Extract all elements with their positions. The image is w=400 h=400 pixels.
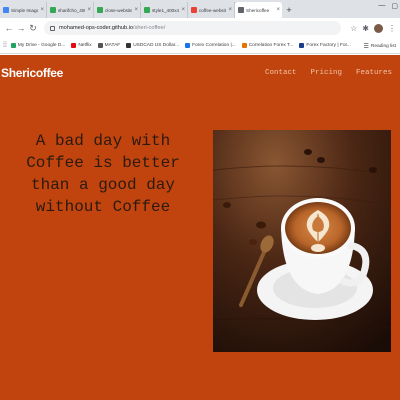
nav-link-features[interactable]: Features [356, 69, 392, 77]
coffee-cup-image [213, 130, 391, 352]
close-tab-icon[interactable]: × [87, 7, 91, 13]
tab-favicon-icon [191, 7, 197, 13]
star-icon[interactable]: ☆ [350, 24, 357, 33]
nav-link-pricing[interactable]: Pricing [310, 69, 342, 77]
bookmark-favicon-icon [241, 43, 247, 48]
url-path: /sheri-coffee/ [133, 25, 166, 31]
reload-icon[interactable]: ↻ [28, 23, 38, 34]
bookmark-favicon-icon [185, 43, 191, 48]
tab-favicon-icon [50, 7, 56, 13]
close-tab-icon[interactable]: × [134, 7, 138, 13]
reading-list-icon: ☰ [363, 43, 369, 50]
bookmark-item[interactable]: My Drive - Google D... [10, 43, 66, 48]
coffee-cup-illustration [213, 130, 391, 352]
tab-title: close-website_400x400 [105, 7, 132, 13]
bookmark-item[interactable]: Forex Correlation |... [185, 43, 236, 48]
tab-title: coffee-website - mohar [199, 7, 227, 13]
bookmark-label: MATAF [104, 43, 121, 48]
bookmark-favicon-icon [10, 43, 16, 48]
bookmark-item[interactable]: Netflix [71, 43, 92, 48]
close-tab-icon[interactable]: × [276, 7, 280, 13]
reading-list-label: Reading list [370, 43, 396, 49]
minimize-icon[interactable]: — [378, 2, 385, 10]
bookmark-label: Forex Correlation |... [192, 43, 236, 48]
tab-title: style1_400x400.png [152, 7, 180, 13]
bookmark-favicon-icon [126, 43, 132, 48]
url-host: mohamed-ops-coder.github.io [59, 25, 134, 31]
bookmark-label: My Drive - Google D... [17, 43, 66, 48]
reading-list-button[interactable]: ☰ Reading list [364, 38, 396, 54]
lock-icon[interactable] [50, 25, 55, 31]
close-tab-icon[interactable]: × [40, 7, 44, 13]
site-nav: Contact Pricing Features [265, 69, 392, 77]
site-brand-logo[interactable]: Shericoffee [1, 66, 63, 80]
window-controls: — ▢ [378, 2, 398, 10]
bookmark-item[interactable]: Correlation Forex T... [241, 43, 294, 48]
browser-tab-strip: Simple Image Resizer × sharifcho_400x400… [0, 0, 400, 18]
bookmark-item[interactable]: MATAF [97, 43, 121, 48]
close-tab-icon[interactable]: × [181, 7, 185, 13]
profile-avatar[interactable] [374, 23, 383, 33]
tab-favicon-icon [144, 7, 150, 13]
bookmark-favicon-icon [97, 43, 103, 48]
bookmark-label: Correlation Forex T... [248, 43, 294, 48]
tab-title: Shericoffee [246, 7, 270, 13]
forward-icon[interactable]: → [16, 23, 26, 33]
close-tab-icon[interactable]: × [228, 7, 232, 13]
tab-title: sharifcho_400x400.png [58, 7, 85, 13]
address-bar[interactable]: mohamed-ops-coder.github.io /sheri-coffe… [44, 21, 342, 35]
browser-tab[interactable]: coffee-website - mohar × [188, 2, 235, 18]
maximize-icon[interactable]: ▢ [391, 2, 398, 10]
extensions-icon[interactable]: ✱ [362, 24, 369, 33]
browser-toolbar: ← → ↻ mohamed-ops-coder.github.io /sheri… [0, 18, 400, 38]
bookmark-label: Netflix [78, 43, 92, 48]
back-icon[interactable]: ← [4, 23, 14, 33]
bookmarks-bar: ⁞⁞ My Drive - Google D... Netflix MATAF … [0, 38, 400, 54]
tab-title: Simple Image Resizer [11, 7, 39, 13]
tab-favicon-icon [97, 7, 103, 13]
bookmark-item[interactable]: Forex Factory | For... [299, 43, 351, 48]
bookmark-favicon-icon [71, 43, 77, 48]
bookmark-item[interactable]: USDCAD US Dollar... [126, 43, 179, 48]
page-content: Shericoffee Contact Pricing Features A b… [0, 55, 400, 400]
browser-tab[interactable]: sharifcho_400x400.png × [47, 2, 94, 18]
nav-link-contact[interactable]: Contact [265, 69, 297, 77]
bookmark-favicon-icon [299, 43, 305, 48]
browser-tab[interactable]: style1_400x400.png × [141, 2, 188, 18]
hero-quote: A bad day with Coffee is better than a g… [26, 132, 180, 216]
bookmark-label: Forex Factory | For... [306, 43, 351, 48]
menu-icon[interactable]: ⋮ [388, 24, 396, 33]
browser-tab[interactable]: Simple Image Resizer × [0, 2, 47, 18]
browser-tab-active[interactable]: Shericoffee × [235, 2, 282, 18]
tab-favicon-icon [238, 7, 244, 13]
browser-tab[interactable]: close-website_400x400 × [94, 2, 141, 18]
new-tab-button[interactable]: + [282, 2, 296, 18]
bookmark-label: USDCAD US Dollar... [133, 43, 180, 48]
tab-favicon-icon [3, 7, 9, 13]
apps-icon[interactable]: ⁞⁞ [3, 42, 7, 49]
